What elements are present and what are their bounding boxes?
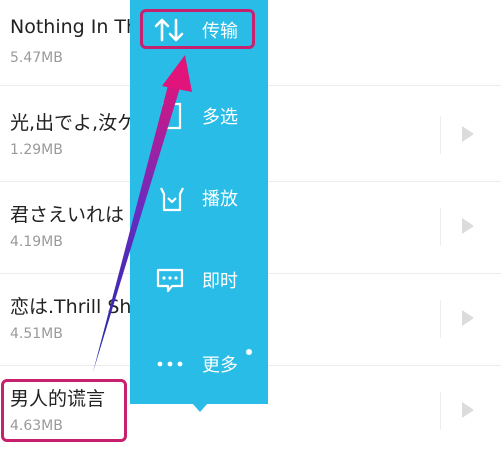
- notification-dot: [246, 349, 252, 355]
- song-size: 1.29MB: [10, 142, 63, 158]
- song-size: 4.19MB: [10, 234, 63, 250]
- row-divider: [440, 116, 441, 154]
- more-icon: [157, 361, 183, 367]
- song-title: 男人的谎言: [10, 388, 106, 410]
- song-title: Nothing In Th: [10, 16, 139, 38]
- menu-item-label: 即时: [202, 271, 238, 292]
- multi-select-icon: [162, 102, 182, 130]
- chat-icon: [156, 268, 184, 293]
- play-icon[interactable]: [462, 310, 474, 326]
- popup-pointer: [192, 403, 208, 412]
- song-title: 光,出でよ,汝ケ: [10, 112, 137, 134]
- menu-item-label: 传输: [202, 21, 238, 42]
- popup-menu: 传输 多选 播放 即时 更多: [130, 0, 268, 404]
- play-icon[interactable]: [462, 218, 474, 234]
- song-title: 恋は.Thrill Sh: [10, 296, 132, 318]
- menu-item-multi-select[interactable]: 多选: [130, 86, 268, 146]
- screen: Nothing In Th 5.47MB 光,出でよ,汝ケ 1.29MB 君さえ…: [0, 0, 501, 454]
- row-divider: [440, 208, 441, 246]
- menu-item-more[interactable]: 更多: [130, 334, 268, 394]
- song-size: 4.51MB: [10, 326, 63, 342]
- song-size: 4.63MB: [10, 418, 63, 434]
- transfer-icon: [154, 18, 184, 42]
- menu-item-instant[interactable]: 即时: [130, 250, 268, 310]
- menu-item-label: 多选: [202, 107, 238, 128]
- play-mode-icon: [160, 187, 184, 212]
- menu-item-label: 更多: [202, 355, 238, 376]
- play-icon[interactable]: [462, 126, 474, 142]
- menu-item-transfer[interactable]: 传输: [130, 0, 268, 60]
- menu-item-play[interactable]: 播放: [130, 168, 268, 228]
- row-divider: [440, 300, 441, 338]
- play-icon[interactable]: [462, 402, 474, 418]
- row-divider: [440, 392, 441, 430]
- song-title: 君さえいれは: [10, 204, 125, 226]
- menu-item-label: 播放: [202, 189, 238, 210]
- song-size: 5.47MB: [10, 50, 63, 66]
